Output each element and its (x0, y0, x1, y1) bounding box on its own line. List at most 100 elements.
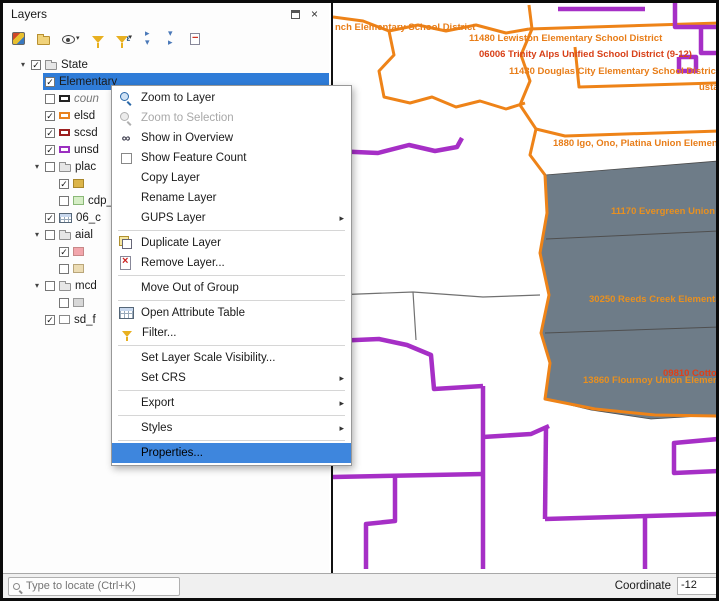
visibility-checkbox[interactable] (45, 281, 55, 291)
menu-icon-spacer (118, 281, 134, 295)
coordinate-value[interactable]: -12 (677, 577, 719, 595)
menu-icon-spacer (118, 446, 134, 460)
filter-legend-button[interactable] (90, 32, 106, 45)
search-icon (13, 583, 20, 590)
add-group-button[interactable] (35, 31, 52, 47)
visibility-checkbox[interactable] (45, 162, 55, 172)
overview-icon (118, 131, 134, 145)
submenu-arrow-icon: ▸ (339, 373, 344, 384)
menu-separator (118, 300, 345, 301)
dropdown-caret-icon: ▾ (76, 35, 80, 42)
filter-by-expression-icon (116, 36, 128, 43)
menu-item-export[interactable]: Export▸ (112, 393, 351, 413)
menu-item-duplicate-layer[interactable]: Duplicate Layer (112, 233, 351, 253)
menu-item-properties[interactable]: Properties... (112, 443, 351, 463)
layer-label: 06_c (76, 212, 101, 224)
filter-legend-icon (92, 36, 104, 43)
layer-context-menu: Zoom to Layer Zoom to Selection Show in Ov… (111, 85, 352, 466)
layer-symbol-fill-lightgreen (73, 196, 84, 205)
visibility-checkbox[interactable]: ✓ (59, 247, 69, 257)
district-fill-polygon (540, 161, 716, 419)
menu-item-label: Zoom to Layer (141, 92, 344, 104)
layer-symbol-fill-gold (73, 179, 84, 188)
menu-separator (118, 390, 345, 391)
layer-label: mcd (75, 280, 97, 292)
visibility-checkbox[interactable]: ✓ (45, 213, 55, 223)
visibility-checkbox[interactable]: ✓ (31, 60, 41, 70)
menu-item-label: Zoom to Selection (141, 112, 344, 124)
layer-label: elsd (74, 110, 95, 122)
layer-symbol-fill-pink (73, 247, 84, 256)
submenu-arrow-icon: ▸ (339, 213, 344, 224)
menu-item-zoom-to-layer[interactable]: Zoom to Layer (112, 88, 351, 108)
expand-all-button[interactable] (142, 30, 157, 47)
layer-symbol-outline-maroon (59, 129, 70, 136)
filter-icon (122, 331, 132, 337)
menu-item-label: Set CRS (141, 372, 332, 384)
menu-item-label: Show Feature Count (141, 152, 344, 164)
menu-item-show-feature-count[interactable]: Show Feature Count (112, 148, 351, 168)
checkbox-icon (118, 151, 134, 165)
menu-item-filter[interactable]: Filter... (112, 323, 351, 343)
float-panel-icon (291, 10, 300, 19)
expander-icon[interactable]: ▾ (31, 162, 43, 171)
close-icon: × (311, 8, 318, 20)
layer-label: scsd (74, 127, 98, 139)
menu-item-label: Properties... (141, 447, 344, 459)
visibility-checkbox[interactable]: ✓ (59, 179, 69, 189)
menu-item-rename-layer[interactable]: Rename Layer (112, 188, 351, 208)
visibility-checkbox[interactable]: ✓ (45, 77, 55, 87)
filter-by-expression-button[interactable]: ▾ (114, 32, 135, 45)
menu-icon-spacer (118, 171, 134, 185)
locator-search[interactable] (8, 577, 180, 596)
group-folder-icon (59, 164, 71, 172)
menu-icon-spacer (118, 351, 134, 365)
collapse-all-button[interactable] (165, 30, 180, 47)
menu-item-label: Export (141, 397, 332, 409)
visibility-checkbox[interactable]: ✓ (45, 111, 55, 121)
visibility-checkbox[interactable] (45, 230, 55, 240)
visibility-checkbox[interactable] (45, 94, 55, 104)
group-row-state[interactable]: ▾✓State (3, 56, 329, 73)
layer-label: cdp_ (88, 195, 113, 207)
menu-item-set-layer-scale-visibility[interactable]: Set Layer Scale Visibility... (112, 348, 351, 368)
magnifier-icon (118, 111, 134, 125)
layer-label: aial (75, 229, 93, 241)
menu-item-move-out-of-group[interactable]: Move Out of Group (112, 278, 351, 298)
coordinate-label: Coordinate (615, 580, 671, 592)
menu-item-styles[interactable]: Styles▸ (112, 418, 351, 438)
layer-symbol-outline-orange (59, 112, 70, 119)
locate-input[interactable] (24, 579, 164, 593)
visibility-checkbox[interactable]: ✓ (45, 315, 55, 325)
layer-label: Elementary (59, 76, 117, 88)
map-canvas[interactable]: nch Elementary School District11480 Lewi… (331, 3, 716, 573)
menu-item-show-in-overview[interactable]: Show in Overview (112, 128, 351, 148)
layer-symbol-fill-beige (73, 264, 84, 273)
visibility-checkbox[interactable] (59, 264, 69, 274)
menu-item-open-attribute-table[interactable]: Open Attribute Table (112, 303, 351, 323)
remove-layer-group-button[interactable] (188, 31, 202, 47)
menu-item-set-crs[interactable]: Set CRS ▸ (112, 368, 351, 388)
submenu-arrow-icon: ▸ (339, 423, 344, 434)
map-drawing (333, 3, 716, 573)
layer-label: plac (75, 161, 96, 173)
attribute-table-icon (118, 306, 134, 320)
visibility-checkbox[interactable] (59, 298, 69, 308)
close-panel-button[interactable]: × (308, 8, 321, 21)
expander-icon[interactable]: ▾ (17, 60, 29, 69)
menu-item-gups-layer[interactable]: GUPS Layer▸ (112, 208, 351, 228)
visibility-checkbox[interactable]: ✓ (45, 145, 55, 155)
manage-map-themes-button[interactable]: ▾ (60, 31, 82, 46)
visibility-checkbox[interactable] (59, 196, 69, 206)
expander-icon[interactable]: ▾ (31, 230, 43, 239)
menu-item-zoom-to-selection: Zoom to Selection (112, 108, 351, 128)
menu-item-remove-layer[interactable]: Remove Layer... (112, 253, 351, 273)
float-panel-button[interactable] (289, 8, 302, 21)
add-group-icon (37, 36, 50, 45)
open-layer-styling-button[interactable] (10, 30, 27, 47)
expander-icon[interactable]: ▾ (31, 281, 43, 290)
menu-item-copy-layer[interactable]: Copy Layer (112, 168, 351, 188)
status-bar: Coordinate -12 (3, 573, 716, 598)
collapse-all-icon (167, 32, 178, 45)
visibility-checkbox[interactable]: ✓ (45, 128, 55, 138)
